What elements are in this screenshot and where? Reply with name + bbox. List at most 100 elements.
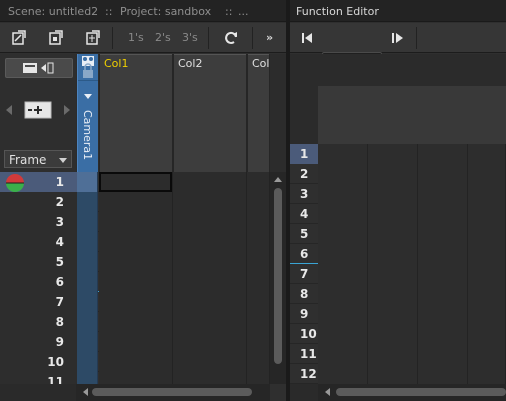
xsheet-cell[interactable] — [247, 292, 270, 312]
xsheet-cell[interactable] — [99, 292, 173, 312]
row-frame-cell[interactable] — [0, 372, 77, 384]
camera-cell[interactable] — [77, 312, 98, 332]
function-row[interactable]: 4 — [290, 204, 506, 224]
function-cell[interactable] — [318, 144, 368, 164]
function-row[interactable]: 8 — [290, 284, 506, 304]
xsheet-cell[interactable] — [247, 232, 270, 252]
function-cell[interactable] — [318, 264, 368, 284]
function-cell[interactable] — [468, 324, 506, 344]
function-cell[interactable] — [418, 184, 468, 204]
xsheet-cell[interactable] — [99, 232, 173, 252]
xsheet-cell[interactable] — [173, 292, 247, 312]
function-cell[interactable] — [368, 204, 418, 224]
function-cell[interactable] — [468, 224, 506, 244]
camera-cell[interactable] — [77, 212, 98, 232]
xsheet-row[interactable]: 9 — [0, 332, 270, 352]
camera-cell[interactable] — [77, 192, 98, 212]
reframe-button[interactable] — [220, 27, 242, 49]
function-cell[interactable] — [318, 164, 368, 184]
xsheet-cell[interactable] — [247, 312, 270, 332]
row-frame-cell[interactable] — [0, 272, 77, 292]
column-header-col3[interactable]: Col — [247, 54, 270, 172]
new-toonz-level-button[interactable] — [45, 27, 67, 49]
xsheet-cell[interactable] — [99, 272, 173, 292]
xsheet-row[interactable]: 7 — [0, 292, 270, 312]
xsheet-cell[interactable] — [247, 332, 270, 352]
xsheet-row[interactable]: 5 — [0, 252, 270, 272]
xsheet-cell[interactable] — [99, 312, 173, 332]
function-cell[interactable] — [418, 204, 468, 224]
xsheet-cell[interactable] — [173, 352, 247, 372]
function-cell[interactable] — [318, 344, 368, 364]
function-cell[interactable] — [368, 224, 418, 244]
row-frame-cell[interactable] — [0, 312, 77, 332]
function-cell[interactable] — [418, 224, 468, 244]
function-cell[interactable] — [318, 184, 368, 204]
function-cell[interactable] — [468, 184, 506, 204]
function-cell[interactable] — [318, 324, 368, 344]
xsheet-cell[interactable] — [247, 212, 270, 232]
row-frame-cell[interactable] — [0, 332, 77, 352]
function-cell[interactable] — [368, 344, 418, 364]
xsheet-row[interactable]: 11 — [0, 372, 270, 384]
camera-cell[interactable] — [77, 272, 98, 292]
column-header-col1[interactable]: Col1 — [99, 54, 173, 172]
xsheet-cell[interactable] — [99, 172, 173, 192]
function-cell[interactable] — [418, 304, 468, 324]
xsheet-row[interactable]: 10 — [0, 352, 270, 372]
function-cell[interactable] — [468, 204, 506, 224]
function-row[interactable]: 5 — [290, 224, 506, 244]
function-cell[interactable] — [468, 264, 506, 284]
function-cell[interactable] — [368, 184, 418, 204]
function-row[interactable]: 3 — [290, 184, 506, 204]
xsheet-cell[interactable] — [173, 272, 247, 292]
xsheet-cell[interactable] — [173, 252, 247, 272]
row-frame-cell[interactable] — [0, 212, 77, 232]
function-cell[interactable] — [368, 244, 418, 264]
xsheet-cell[interactable] — [99, 352, 173, 372]
function-cell[interactable] — [468, 284, 506, 304]
xsheet-cell[interactable] — [173, 212, 247, 232]
function-cell[interactable] — [418, 344, 468, 364]
function-cell[interactable] — [468, 164, 506, 184]
function-row[interactable]: 7 — [290, 264, 506, 284]
step-3s-button[interactable]: 3's — [182, 31, 198, 44]
next-frame-icon[interactable] — [388, 28, 408, 48]
function-cell[interactable] — [468, 244, 506, 264]
function-cell[interactable] — [468, 144, 506, 164]
xsheet-row[interactable]: 4 — [0, 232, 270, 252]
add-level-control[interactable] — [0, 96, 76, 126]
xsheet-cell[interactable] — [247, 372, 270, 384]
function-cell[interactable] — [368, 304, 418, 324]
row-frame-cell[interactable] — [0, 292, 77, 312]
function-spreadsheet[interactable]: 1 2 3 4 5 6 7 8 9 10 11 12 — [290, 144, 506, 384]
xsheet-cell[interactable] — [173, 172, 247, 192]
camera-cell[interactable] — [77, 172, 98, 192]
function-cell[interactable] — [418, 364, 468, 384]
function-cell[interactable] — [418, 244, 468, 264]
step-2s-button[interactable]: 2's — [155, 31, 171, 44]
camera-cell[interactable] — [77, 252, 98, 272]
new-raster-level-button[interactable] — [82, 27, 104, 49]
camera-cell[interactable] — [77, 332, 98, 352]
column-header-col2[interactable]: Col2 — [173, 54, 247, 172]
scroll-up-icon[interactable] — [270, 174, 286, 184]
function-row[interactable]: 10 — [290, 324, 506, 344]
function-cell[interactable] — [418, 164, 468, 184]
function-cell[interactable] — [418, 144, 468, 164]
xsheet-row[interactable]: 8 — [0, 312, 270, 332]
function-cell[interactable] — [418, 264, 468, 284]
function-row[interactable]: 2 — [290, 164, 506, 184]
xsheet-cell[interactable] — [173, 312, 247, 332]
row-frame-cell[interactable] — [0, 192, 77, 212]
function-row[interactable]: 6 — [290, 244, 506, 264]
function-row[interactable]: 11 — [290, 344, 506, 364]
function-cell[interactable] — [468, 364, 506, 384]
function-cell[interactable] — [368, 284, 418, 304]
xsheet-cell[interactable] — [247, 172, 270, 192]
function-cell[interactable] — [368, 164, 418, 184]
row-frame-cell[interactable] — [0, 252, 77, 272]
xsheet-cell-area[interactable]: 1 2 3 4 5 6 7 8 9 10 11 — [0, 172, 270, 384]
function-row[interactable]: 12 — [290, 364, 506, 384]
camera-cell[interactable] — [77, 292, 98, 312]
